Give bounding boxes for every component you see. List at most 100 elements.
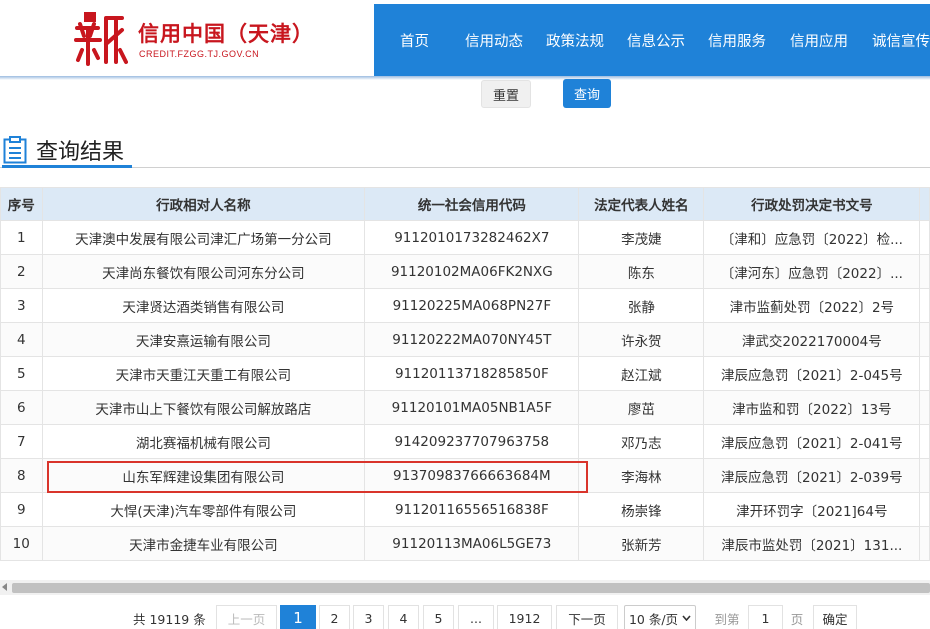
cell-index: 4	[0, 322, 43, 357]
table-row[interactable]: 5 天津市天重江天重工有限公司 91120113718285850F 赵江斌 津…	[0, 356, 930, 391]
logo-title: 信用中国（天津）	[138, 22, 314, 46]
query-button[interactable]: 查询	[563, 79, 611, 108]
cell-index: 5	[0, 356, 43, 391]
confirm-goto-button[interactable]: 确定	[813, 605, 857, 629]
table-row[interactable]: 7 湖北赛福机械有限公司 914209237707963758 邓乃志 津辰应急…	[0, 424, 930, 459]
scrollbar-thumb[interactable]	[12, 583, 930, 593]
cell-decision-no: 津开环罚字〔2021]64号	[703, 492, 921, 527]
reset-button[interactable]: 重置	[481, 80, 531, 108]
cell-index: 10	[0, 526, 43, 561]
nav-policy[interactable]: 政策法规	[546, 30, 604, 51]
scroll-left-arrow-icon[interactable]	[2, 583, 7, 591]
page-3-button[interactable]: 3	[353, 605, 384, 629]
goto-page-input[interactable]: 1	[748, 605, 783, 629]
cell-name[interactable]: 湖北赛福机械有限公司	[41, 424, 366, 459]
next-page-button[interactable]: 下一页	[556, 605, 618, 629]
page-unit-label: 页	[790, 611, 804, 627]
cell-index: 8	[0, 458, 43, 493]
cell-credit-code: 91120102MA06FK2NXG	[364, 254, 580, 289]
cell-legal-rep: 李茂婕	[578, 220, 705, 255]
col-header-index: 序号	[0, 187, 43, 221]
page-size-select[interactable]: 10 条/页	[624, 605, 696, 629]
logo-emblem-icon	[74, 12, 128, 66]
cell-legal-rep: 李海林	[578, 458, 705, 493]
col-header-legal-rep: 法定代表人姓名	[578, 187, 705, 221]
col-header-credit-code: 统一社会信用代码	[364, 187, 580, 221]
cell-index: 2	[0, 254, 43, 289]
site-logo[interactable]: 信用中国（天津） CREDIT.FZGG.TJ.GOV.CN	[0, 0, 374, 77]
goto-label: 到第	[714, 611, 740, 627]
cell-decision-no: 津辰应急罚〔2021〕2-041号	[703, 424, 921, 459]
nav-credit-news[interactable]: 信用动态	[465, 30, 523, 51]
prev-page-button[interactable]: 上一页	[216, 605, 277, 629]
cell-name[interactable]: 山东军辉建设集团有限公司	[41, 458, 366, 493]
cell-name[interactable]: 天津安熹运输有限公司	[41, 322, 366, 357]
cell-name[interactable]: 天津市金捷车业有限公司	[41, 526, 366, 561]
page-1-button[interactable]: 1	[280, 605, 316, 629]
table-row[interactable]: 4 天津安熹运输有限公司 91120222MA070NY45T 许永贺 津武交2…	[0, 322, 930, 357]
table-row[interactable]: 10 天津市金捷车业有限公司 91120113MA06L5GE73 张新芳 津辰…	[0, 526, 930, 561]
cell-decision-no: 津辰市监处罚〔2021〕131...	[703, 526, 921, 561]
cell-name[interactable]: 天津尚东餐饮有限公司河东分公司	[41, 254, 366, 289]
cell-legal-rep: 许永贺	[578, 322, 705, 357]
cell-decision-no: 津市监和罚〔2022〕13号	[703, 390, 921, 425]
header-shadow	[0, 76, 930, 80]
table-row[interactable]: 3 天津贤达酒类销售有限公司 91120225MA068PN27F 张静 津市监…	[0, 288, 930, 323]
cell-name[interactable]: 天津市山上下餐饮有限公司解放路店	[41, 390, 366, 425]
col-header-name: 行政相对人名称	[41, 187, 366, 221]
cell-legal-rep: 陈东	[578, 254, 705, 289]
table-row[interactable]: 2 天津尚东餐饮有限公司河东分公司 91120102MA06FK2NXG 陈东 …	[0, 254, 930, 289]
cell-decision-no: 〔津河东〕应急罚〔2022〕...	[703, 254, 921, 289]
cell-index: 3	[0, 288, 43, 323]
cell-legal-rep: 邓乃志	[578, 424, 705, 459]
nav-services[interactable]: 信用服务	[708, 30, 766, 51]
cell-legal-rep: 张新芳	[578, 526, 705, 561]
page-ellipsis: ...	[458, 605, 494, 629]
table-row[interactable]: 6 天津市山上下餐饮有限公司解放路店 91120101MA05NB1A5F 廖茁…	[0, 390, 930, 425]
section-underline	[2, 165, 132, 168]
nav-promotion[interactable]: 诚信宣传	[872, 30, 930, 51]
cell-index: 1	[0, 220, 43, 255]
cell-decision-no: 津辰应急罚〔2021〕2-039号	[703, 458, 921, 493]
logo-subtitle: CREDIT.FZGG.TJ.GOV.CN	[139, 49, 260, 59]
nav-disclosure[interactable]: 信息公示	[627, 30, 685, 51]
cell-credit-code: 91120113MA06L5GE73	[364, 526, 580, 561]
nav-home[interactable]: 首页	[400, 30, 429, 51]
cell-credit-code: 91120101MA05NB1A5F	[364, 390, 580, 425]
cell-name[interactable]: 天津澳中发展有限公司津汇广场第一分公司	[41, 220, 366, 255]
cell-legal-rep: 赵江斌	[578, 356, 705, 391]
main-nav: 首页 信用动态 政策法规 信息公示 信用服务 信用应用 诚信宣传	[374, 4, 930, 76]
nav-applications[interactable]: 信用应用	[790, 30, 848, 51]
cell-name[interactable]: 大悍(天津)汽车零部件有限公司	[41, 492, 366, 527]
page-5-button[interactable]: 5	[423, 605, 454, 629]
cell-index: 7	[0, 424, 43, 459]
cell-name[interactable]: 天津贤达酒类销售有限公司	[41, 288, 366, 323]
col-header-overflow	[919, 187, 930, 221]
table-header-row: 序号 行政相对人名称 统一社会信用代码 法定代表人姓名 行政处罚决定书文号	[0, 187, 930, 221]
results-table: 序号 行政相对人名称 统一社会信用代码 法定代表人姓名 行政处罚决定书文号 1 …	[0, 187, 930, 561]
cell-credit-code: 91120222MA070NY45T	[364, 322, 580, 357]
cell-legal-rep: 张静	[578, 288, 705, 323]
table-row[interactable]: 1 天津澳中发展有限公司津汇广场第一分公司 9112010173282462X7…	[0, 220, 930, 255]
cell-credit-code: 91120225MA068PN27F	[364, 288, 580, 323]
last-page-button[interactable]: 1912	[497, 605, 552, 629]
results-section-header: 查询结果	[0, 130, 930, 168]
site-header: 信用中国（天津） CREDIT.FZGG.TJ.GOV.CN 首页 信用动态 政…	[0, 0, 930, 80]
cell-credit-code: 9112010173282462X7	[364, 220, 580, 255]
table-row[interactable]: 8 山东军辉建设集团有限公司 91370983766663684M 李海林 津辰…	[0, 458, 930, 493]
cell-index: 6	[0, 390, 43, 425]
cell-decision-no: 津市监蓟处罚〔2022〕2号	[703, 288, 921, 323]
table-row[interactable]: 9 大悍(天津)汽车零部件有限公司 91120116556516838F 杨崇锋…	[0, 492, 930, 527]
page-2-button[interactable]: 2	[319, 605, 350, 629]
cell-credit-code: 91120113718285850F	[364, 356, 580, 391]
chevron-down-icon	[682, 615, 691, 621]
cell-legal-rep: 廖茁	[578, 390, 705, 425]
col-header-decision-no: 行政处罚决定书文号	[703, 187, 921, 221]
list-document-icon	[3, 136, 27, 164]
horizontal-scrollbar[interactable]	[0, 580, 930, 595]
cell-decision-no: 津辰应急罚〔2021〕2-045号	[703, 356, 921, 391]
cell-legal-rep: 杨崇锋	[578, 492, 705, 527]
cell-name[interactable]: 天津市天重江天重工有限公司	[41, 356, 366, 391]
page-4-button[interactable]: 4	[388, 605, 419, 629]
cell-decision-no: 津武交2022170004号	[703, 322, 921, 357]
